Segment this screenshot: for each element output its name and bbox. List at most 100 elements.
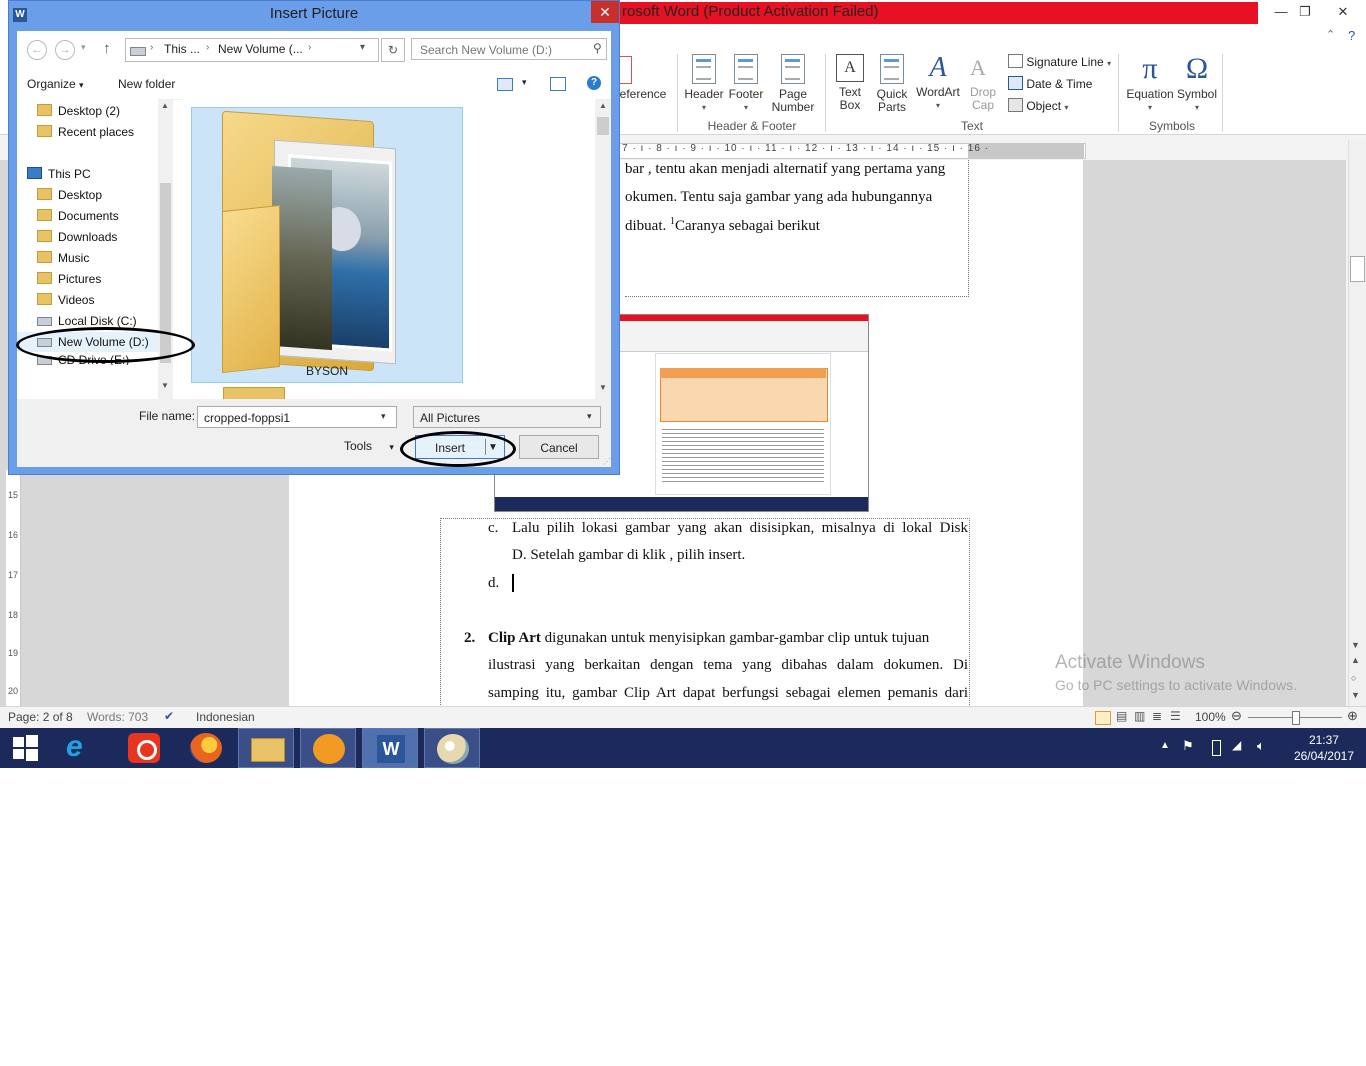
- tools-button[interactable]: Tools ▾: [344, 439, 394, 453]
- print-layout-icon[interactable]: [1095, 711, 1111, 725]
- scroll-down-icon[interactable]: ▼: [599, 383, 607, 392]
- scroll-up-icon[interactable]: ▲: [161, 101, 169, 110]
- refresh-icon[interactable]: ↻: [381, 38, 405, 62]
- scrollbar-thumb[interactable]: [597, 117, 609, 135]
- zoom-level[interactable]: 100%: [1195, 710, 1226, 724]
- zoom-slider-thumb[interactable]: [1292, 711, 1300, 725]
- outline-icon[interactable]: ≣: [1152, 709, 1162, 723]
- vertical-scrollbar[interactable]: [1348, 140, 1366, 706]
- taskbar-firefox[interactable]: [178, 728, 234, 768]
- help-icon[interactable]: ?: [587, 76, 601, 90]
- breadcrumb-this-pc[interactable]: This ...: [164, 42, 200, 56]
- scrollbar-thumb[interactable]: [1350, 256, 1365, 282]
- zoom-out-icon[interactable]: ⊖: [1231, 708, 1242, 724]
- cross-reference-button[interactable]: eference: [614, 56, 672, 101]
- file-list-scrollbar[interactable]: ▲ ▼: [595, 99, 611, 399]
- file-type-select[interactable]: All Pictures: [413, 406, 601, 428]
- recent-locations-icon[interactable]: ▾: [81, 42, 86, 53]
- up-icon[interactable]: ↑: [103, 40, 111, 57]
- scroll-down-icon[interactable]: ▼: [161, 381, 169, 390]
- view-dropdown-icon[interactable]: ▾: [522, 77, 527, 88]
- nav-pane-scrollbar[interactable]: ▲ ▼: [158, 99, 173, 427]
- zoom-in-icon[interactable]: ⊕: [1347, 708, 1358, 724]
- previous-page-icon[interactable]: ▲: [1351, 655, 1360, 665]
- volume-icon[interactable]: 🔈︎: [1257, 738, 1265, 754]
- footer-button[interactable]: Footer ▾: [724, 54, 768, 114]
- organize-button[interactable]: Organize ▾: [27, 77, 84, 91]
- symbol-dropdown-icon: ▾: [1194, 103, 1199, 112]
- system-clock[interactable]: 21:37 26/04/2017: [1294, 732, 1354, 764]
- nav-desktop-2[interactable]: Desktop (2): [37, 101, 120, 121]
- language[interactable]: Indonesian: [196, 710, 255, 724]
- change-view-icon[interactable]: [497, 78, 513, 91]
- word-title: rosoft Word (Product Activation Failed): [622, 3, 879, 20]
- date-time-button[interactable]: Date & Time: [1008, 76, 1092, 91]
- nav-recent-places[interactable]: Recent places: [37, 122, 134, 142]
- quick-parts-label-2: Parts: [877, 100, 906, 114]
- wordart-button[interactable]: A WordArt ▾: [914, 54, 962, 112]
- page-count[interactable]: Page: 2 of 8: [8, 710, 73, 724]
- folder-tile-byson[interactable]: BYSON: [191, 107, 463, 383]
- annotation-ellipse-new-volume: [16, 327, 195, 363]
- start-button[interactable]: [0, 728, 56, 768]
- resize-grip-icon[interactable]: ⋰: [603, 457, 611, 466]
- text-box-button[interactable]: A Text Box: [830, 54, 870, 112]
- nav-pictures[interactable]: Pictures: [37, 269, 101, 289]
- vertical-ruler[interactable]: 15 16 17 18 19 20: [6, 470, 21, 706]
- scroll-down-icon[interactable]: ▼: [1351, 640, 1360, 650]
- nav-documents[interactable]: Documents: [37, 206, 119, 226]
- file-name-dropdown-icon[interactable]: ▾: [381, 411, 386, 422]
- taskbar-internet-explorer[interactable]: e: [54, 728, 110, 768]
- read-mode-icon[interactable]: ▤: [1116, 709, 1127, 723]
- nav-downloads[interactable]: Downloads: [37, 227, 117, 247]
- preview-pane-icon[interactable]: [550, 77, 566, 91]
- nav-music[interactable]: Music: [37, 248, 89, 268]
- nav-videos[interactable]: Videos: [37, 290, 94, 310]
- quick-parts-button[interactable]: Quick Parts: [872, 54, 912, 114]
- forward-icon[interactable]: →: [55, 40, 75, 60]
- search-icon[interactable]: ⚲: [593, 41, 602, 55]
- symbol-button[interactable]: Ω Symbol ▾: [1174, 54, 1220, 114]
- draft-icon[interactable]: ☰: [1170, 709, 1181, 723]
- next-page-icon[interactable]: ▼: [1351, 690, 1360, 700]
- taskbar-red-app[interactable]: [116, 728, 172, 768]
- header-button[interactable]: Header ▾: [682, 54, 726, 114]
- signature-line-button[interactable]: Signature Line ▾: [1008, 54, 1111, 69]
- screenshot-taskbar: [495, 497, 868, 511]
- show-hidden-icons-icon[interactable]: ▲: [1160, 740, 1170, 751]
- nav-desktop[interactable]: Desktop: [37, 185, 102, 205]
- search-input[interactable]: Search New Volume (D:): [411, 38, 607, 60]
- object-button[interactable]: Object ▾: [1008, 98, 1068, 113]
- nav-this-pc[interactable]: This PC: [27, 164, 91, 184]
- address-dropdown-icon[interactable]: ▾: [360, 42, 365, 53]
- proofing-icon[interactable]: ✔: [164, 709, 174, 723]
- address-bar[interactable]: › This ... › New Volume (... › ▾: [125, 38, 379, 62]
- taskbar-paint[interactable]: [424, 728, 480, 768]
- battery-icon[interactable]: [1212, 740, 1221, 756]
- taskbar-uc-browser[interactable]: [300, 728, 356, 768]
- taskbar-word[interactable]: W: [362, 728, 418, 768]
- scroll-up-icon[interactable]: ▲: [599, 101, 607, 110]
- taskbar-file-explorer[interactable]: [238, 728, 294, 768]
- object-label: Object: [1026, 99, 1062, 113]
- word-count[interactable]: Words: 703: [87, 710, 148, 724]
- drop-cap-button[interactable]: A Drop Cap: [962, 54, 1004, 112]
- file-name-input[interactable]: cropped-foppsi1: [197, 406, 397, 428]
- collapse-ribbon-icon[interactable]: ⌃: [1326, 28, 1335, 41]
- web-layout-icon[interactable]: ▥: [1134, 709, 1145, 723]
- firefox-icon: [190, 733, 222, 763]
- page-number-button[interactable]: Page Number: [766, 54, 820, 114]
- file-type-dropdown-icon[interactable]: ▾: [587, 411, 592, 422]
- help-icon[interactable]: ?: [1348, 28, 1355, 43]
- new-folder-button[interactable]: New folder: [118, 77, 175, 91]
- signal-icon[interactable]: ◢: [1232, 738, 1241, 752]
- back-icon[interactable]: ←: [27, 40, 47, 60]
- dialog-close-button[interactable]: ✕: [591, 1, 619, 23]
- footer-icon: [734, 54, 758, 84]
- browse-object-icon[interactable]: ○: [1351, 673, 1356, 683]
- breadcrumb-new-volume[interactable]: New Volume (...: [218, 42, 303, 56]
- equation-button[interactable]: π Equation ▾: [1124, 54, 1176, 114]
- cancel-button[interactable]: Cancel: [519, 435, 599, 459]
- close-icon[interactable]: ✕: [1320, 0, 1366, 24]
- action-center-flag-icon[interactable]: ⚑: [1182, 738, 1194, 754]
